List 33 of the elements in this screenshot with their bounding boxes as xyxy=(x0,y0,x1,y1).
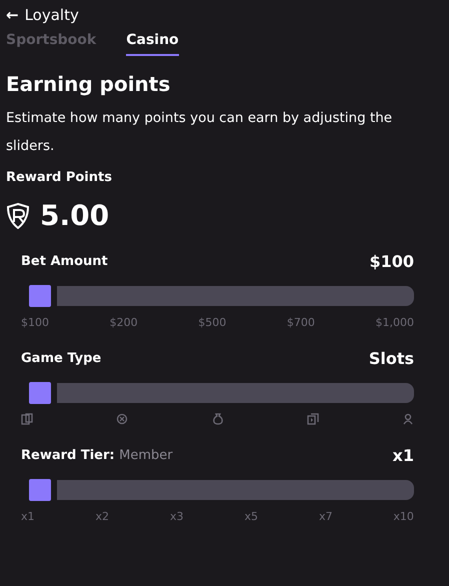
cards-icon xyxy=(21,413,33,425)
page-title: Loyalty xyxy=(24,6,79,24)
slider-label: Bet Amount xyxy=(21,254,108,269)
points-value: 5.00 xyxy=(40,199,110,232)
bag-icon xyxy=(212,413,224,425)
tick-label: $500 xyxy=(198,316,226,328)
person-icon xyxy=(402,413,414,425)
tick-label: x3 xyxy=(170,510,184,522)
slider-thumb[interactable] xyxy=(29,479,51,501)
description: Estimate how many points you can earn by adjusting the sliders. xyxy=(6,109,394,156)
tick-label: x5 xyxy=(244,510,258,522)
tick-label: $200 xyxy=(110,316,138,328)
slider-thumb[interactable] xyxy=(29,382,51,404)
tab[interactable]: Casino xyxy=(126,32,179,56)
slider-label: Game Type xyxy=(21,351,102,366)
back-button[interactable]: ← xyxy=(6,6,19,24)
tick-label: x1 xyxy=(21,510,35,522)
tick-label: $1,000 xyxy=(376,316,414,328)
play-card-icon xyxy=(306,413,319,425)
tick-label: x2 xyxy=(95,510,109,522)
slider-value: $100 xyxy=(369,252,414,271)
section-heading: Earning points xyxy=(6,72,172,96)
reward-points-label: Reward Points xyxy=(6,170,113,185)
slider-label: Reward Tier: Member xyxy=(21,448,173,463)
tick-label: $700 xyxy=(286,316,315,328)
tick-label: x10 xyxy=(393,510,414,522)
slider-thumb[interactable] xyxy=(29,285,51,307)
roulette-icon xyxy=(116,413,128,425)
tick-label: $100 xyxy=(21,316,49,328)
shield-icon xyxy=(6,202,30,228)
slider-value: x1 xyxy=(392,446,414,465)
slider-value: Slots xyxy=(368,349,414,368)
tick-label: x7 xyxy=(318,510,332,522)
